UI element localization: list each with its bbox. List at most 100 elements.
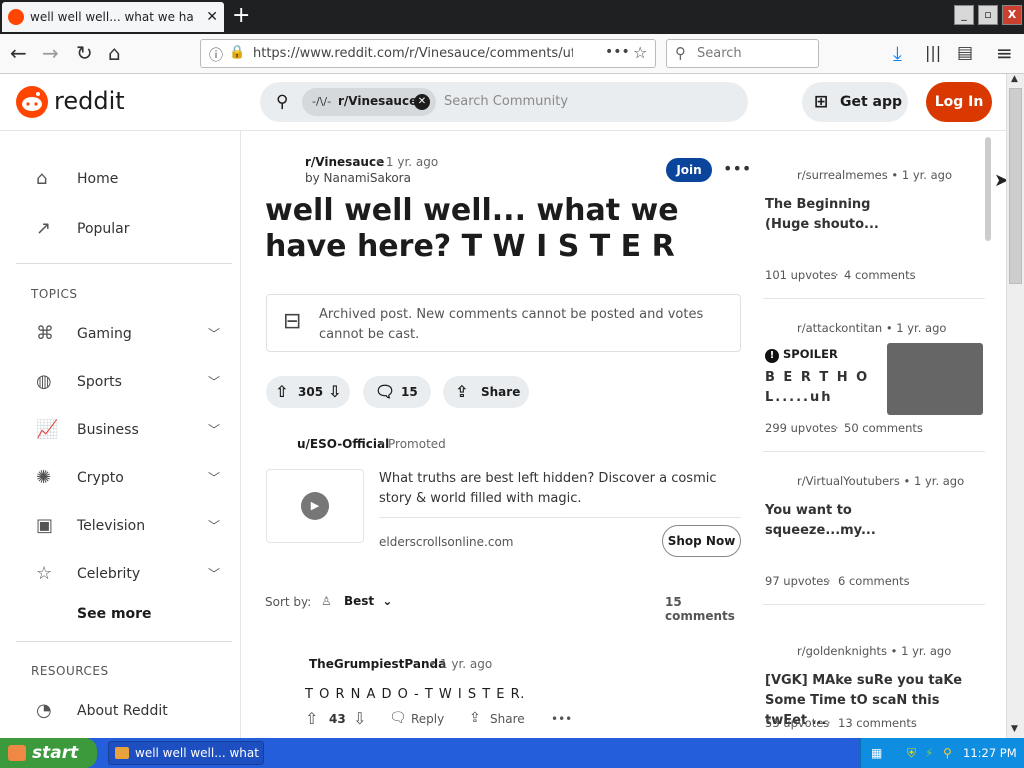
sort-dropdown[interactable]: ♙ Best ⌄ [321, 594, 392, 608]
search-tray-icon[interactable]: ⚲ [943, 746, 957, 760]
url-text[interactable]: https://www.reddit.com/r/Vinesauce/comme… [253, 46, 573, 61]
security-shield-icon[interactable]: ⛨ [907, 746, 921, 760]
reddit-logo-icon[interactable] [16, 86, 48, 118]
upvote-icon[interactable]: ⇧ [305, 709, 318, 728]
post-author[interactable]: by NanamiSakora [305, 171, 411, 185]
reply-button[interactable]: Reply [411, 712, 444, 726]
related-title[interactable]: You want to squeeze...my... [765, 501, 905, 541]
promo-thumbnail[interactable]: ▶ [266, 469, 364, 543]
browser-tab[interactable]: well well well... what we have here ✕ [2, 2, 224, 32]
related-subreddit[interactable]: r/attackontitan • 1 yr. ago [797, 321, 946, 335]
more-options-icon[interactable]: ••• [723, 159, 751, 178]
info-icon[interactable]: ⓘ [209, 45, 223, 65]
login-button[interactable]: Log In [926, 82, 992, 122]
downvote-icon[interactable]: ⇩ [328, 376, 341, 408]
clear-chip-icon[interactable]: ✕ [414, 94, 430, 110]
divider [763, 298, 985, 299]
sidebar-scrollbar[interactable] [985, 137, 991, 241]
sidebar-item-label: Sports [77, 374, 122, 390]
related-subreddit[interactable]: r/surrealmemes • 1 yr. ago [797, 168, 952, 182]
sidebar-toggle-icon[interactable]: ▤ [957, 42, 973, 64]
maximize-button[interactable]: ▫ [978, 5, 998, 25]
promo-user[interactable]: u/ESO-Official [297, 437, 389, 451]
archive-box-icon: ⊟ [283, 309, 302, 334]
sidebar-item-label: Crypto [77, 470, 124, 486]
menu-icon[interactable]: ≡ [996, 42, 1013, 64]
scroll-up-icon[interactable]: ▲ [1011, 74, 1018, 84]
lock-icon: 🔒 [229, 45, 246, 60]
avatar[interactable] [765, 472, 789, 496]
library-icon[interactable]: ||| [925, 42, 941, 64]
chevron-down-icon[interactable]: ﹀ [208, 562, 220, 586]
spoiler-thumbnail[interactable] [887, 343, 983, 415]
play-icon[interactable]: ▶ [301, 492, 329, 520]
see-more-button[interactable]: See more [77, 606, 152, 622]
window-close-button[interactable]: X [1002, 5, 1022, 25]
clock[interactable]: 11:27 PM [963, 746, 1017, 760]
share-button[interactable]: ⇪ Share [443, 376, 529, 408]
chevron-down-icon[interactable]: ﹀ [208, 514, 220, 538]
promo-text[interactable]: What truths are best left hidden? Discov… [379, 469, 739, 509]
left-sidebar: ⌂ Home ↗ Popular TOPICS ⌘ Gaming ﹀ ◍ Spo… [0, 131, 241, 738]
upvote-icon[interactable]: ⇧ [275, 376, 288, 408]
related-upvotes: 97 upvotes [765, 574, 830, 588]
browser-search-input[interactable]: ⚲ Search [666, 39, 819, 68]
sidebar-item-label: Gaming [77, 326, 132, 342]
browser-search-placeholder: Search [697, 46, 742, 61]
minimize-button[interactable]: _ [954, 5, 974, 25]
chevron-down-icon[interactable]: ﹀ [208, 322, 220, 346]
comment-share-button[interactable]: Share [490, 712, 525, 726]
promo-link[interactable]: elderscrollsonline.com [379, 535, 513, 549]
post-subreddit-link[interactable]: r/Vinesauce [305, 155, 384, 169]
television-icon: ▣ [36, 515, 54, 536]
reload-icon[interactable]: ↻ [76, 42, 93, 64]
comment-more-icon[interactable]: ••• [551, 712, 572, 726]
sidebar-item-label: Celebrity [77, 566, 141, 582]
join-button[interactable]: Join [666, 158, 712, 182]
related-title[interactable]: The Beginning (Huge shouto... [765, 195, 905, 235]
related-separator: · [835, 268, 839, 282]
new-tab-button[interactable]: + [232, 4, 250, 28]
bookmark-star-icon[interactable]: ☆ [633, 43, 647, 62]
avatar[interactable] [765, 319, 789, 343]
comments-count: 15 [401, 385, 418, 399]
keyboard-icon[interactable]: ▦ [871, 746, 885, 760]
sidebar-item-label: Home [77, 171, 119, 187]
taskbar-window-button[interactable]: well well well... what ... [108, 741, 264, 765]
subreddit-avatar[interactable] [265, 153, 297, 185]
chevron-down-icon[interactable]: ﹀ [208, 466, 220, 490]
downvote-icon[interactable]: ⇩ [353, 709, 366, 728]
forward-arrow-icon[interactable]: → [42, 42, 59, 64]
tab-close-icon[interactable]: ✕ [206, 9, 218, 25]
avatar[interactable] [271, 651, 299, 679]
reddit-wordmark[interactable]: reddit [54, 87, 125, 115]
back-arrow-icon[interactable]: ← [10, 42, 27, 64]
address-bar[interactable]: ⓘ 🔒 https://www.reddit.com/r/Vinesauce/c… [200, 39, 656, 68]
related-subreddit[interactable]: r/goldenknights • 1 yr. ago [797, 644, 951, 658]
reply-icon[interactable]: 🗨 [389, 710, 407, 726]
related-title[interactable]: B E R T H O L.....uh [765, 368, 875, 408]
page-scrollbar[interactable]: ▲ ▼ [1006, 74, 1024, 738]
comments-button[interactable]: 🗨 15 [363, 376, 431, 408]
shop-now-button[interactable]: Shop Now [662, 525, 741, 557]
avatar[interactable] [765, 641, 789, 665]
home-button-icon[interactable]: ⌂ [108, 42, 121, 64]
comment-text: T O R N A D O - T W I S T E R. [305, 687, 526, 702]
scroll-down-icon[interactable]: ▼ [1011, 724, 1018, 734]
search-placeholder: Search Community [444, 94, 569, 109]
downloads-icon[interactable]: ⤓ [893, 42, 902, 64]
page-actions-icon[interactable]: ••• [605, 44, 630, 60]
chevron-down-icon[interactable]: ﹀ [208, 418, 220, 442]
resources-heading: RESOURCES [31, 664, 109, 678]
related-subreddit[interactable]: r/VirtualYoutubers • 1 yr. ago [797, 474, 964, 488]
scrollbar-thumb[interactable] [1009, 88, 1022, 284]
share-icon[interactable]: ⇪ [469, 710, 481, 726]
get-app-button[interactable]: ⊞ Get app [802, 82, 908, 122]
avatar[interactable] [765, 167, 789, 191]
network-icon[interactable]: ⚡ [925, 746, 939, 760]
comment-author[interactable]: TheGrumpiestPanda [309, 657, 446, 671]
start-button[interactable]: start [0, 738, 97, 768]
community-search[interactable]: ⚲ -/\/- r/Vinesauce ✕ Search Community [260, 82, 748, 122]
chevron-down-icon[interactable]: ﹀ [208, 370, 220, 394]
subreddit-chip[interactable]: -/\/- r/Vinesauce ✕ [302, 88, 436, 116]
